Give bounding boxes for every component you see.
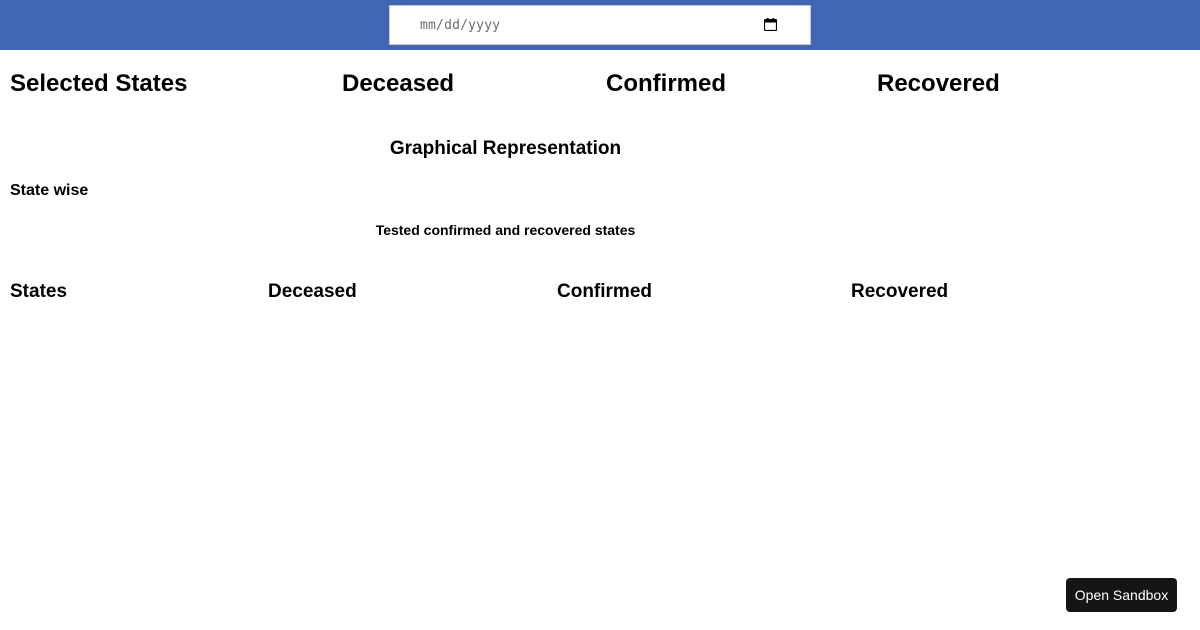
summary-label-deceased: Deceased (342, 70, 455, 97)
top-bar: mm/dd/yyyy (0, 0, 1200, 50)
table-header-states: States (10, 281, 68, 302)
summary-label-confirmed: Confirmed (606, 70, 726, 97)
table-header-recovered: Recovered (851, 281, 949, 302)
table-header-deceased: Deceased (268, 281, 357, 302)
date-input-placeholder: mm/dd/yyyy (420, 18, 501, 33)
calendar-icon[interactable] (764, 18, 777, 31)
graph-section-title: Graphical Representation (389, 138, 622, 159)
state-wise-heading: State wise (10, 182, 89, 199)
summary-label-selected-states: Selected States (10, 70, 188, 97)
date-input[interactable]: mm/dd/yyyy (389, 5, 811, 45)
chart-caption: Tested confirmed and recovered states (375, 222, 636, 238)
summary-label-recovered: Recovered (877, 70, 1000, 97)
open-sandbox-button[interactable]: Open Sandbox (1066, 578, 1177, 612)
table-header-confirmed: Confirmed (557, 281, 652, 302)
